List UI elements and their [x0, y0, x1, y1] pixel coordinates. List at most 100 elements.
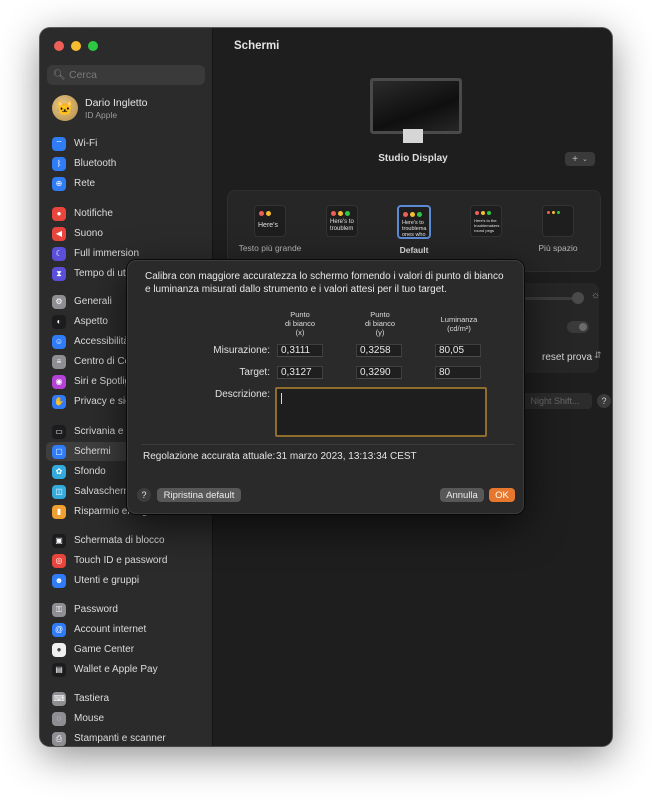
sidebar-item-label: Wallet e Apple Pay	[74, 664, 158, 675]
sidebar-item-label: Password	[74, 604, 118, 615]
bell-icon: ●	[52, 206, 66, 221]
gear-icon: ⚙	[52, 294, 66, 309]
target-x-field[interactable]	[277, 366, 323, 379]
search-input[interactable]	[67, 69, 191, 81]
resolution-label: Testo più grande	[238, 243, 302, 253]
night-shift-button[interactable]: Night Shift...	[518, 393, 592, 409]
target-label: Target:	[239, 367, 270, 378]
bluetooth-icon: ᛒ	[52, 156, 66, 171]
sidebar-item-label: Full immersion	[74, 248, 140, 259]
brightness-knob[interactable]	[572, 292, 584, 304]
sidebar-item-stampanti-e-scanner[interactable]: ⎙ Stampanti e scanner	[46, 729, 206, 746]
auto-brightness-toggle[interactable]	[567, 321, 589, 333]
measure-y-field[interactable]	[356, 344, 402, 357]
resolution-thumb	[542, 205, 574, 237]
add-label: +	[572, 153, 578, 165]
resolution-option-selected[interactable]: Here's to troublema ones who Default	[382, 205, 446, 255]
resolution-thumb: Here's to the troublemakers round pegs	[470, 205, 502, 237]
sidebar-item-mouse[interactable]: ◌ Mouse	[46, 709, 206, 728]
screensaver-icon: ◫	[52, 484, 66, 499]
preset-select[interactable]: reset prova	[542, 352, 592, 363]
globe-icon: ⊕	[52, 176, 66, 191]
sidebar-item-label: Rete	[74, 178, 96, 189]
sidebar-item-bluetooth[interactable]: ᛒ Bluetooth	[46, 154, 206, 173]
resolution-thumb: Here's to troublem	[326, 205, 358, 237]
sidebar-item-label: Mouse	[74, 713, 105, 724]
sidebar-item-label: Sfondo	[74, 466, 106, 477]
resolution-label: Default	[399, 245, 429, 255]
battery-icon: ▮	[52, 504, 66, 519]
sidebar-item-label: Accessibilità	[74, 336, 130, 347]
resolution-thumb: Here's to troublema ones who	[397, 205, 431, 239]
measure-label: Misurazione:	[213, 345, 270, 356]
sidebar-item-schermata-di-blocco[interactable]: ▣ Schermata di blocco	[46, 531, 206, 550]
siri-icon: ◉	[52, 374, 66, 389]
target-y-field[interactable]	[356, 366, 402, 379]
fingerprint-icon: ◎	[52, 553, 66, 568]
chevron-down-icon: ⌄	[581, 156, 588, 163]
resolution-option[interactable]: Here's to the troublemakers round pegs	[454, 205, 518, 243]
sidebar-item-wallet-e-apple-pay[interactable]: ▤ Wallet e Apple Pay	[46, 660, 206, 679]
moon-icon: ☾	[52, 246, 66, 261]
sidebar-item-label: Touch ID e password	[74, 555, 168, 566]
wallet-icon: ▤	[52, 662, 66, 677]
zoom-button[interactable]	[88, 41, 98, 51]
divider	[141, 444, 514, 445]
close-button[interactable]	[54, 41, 64, 51]
sidebar-item-label: Tastiera	[74, 693, 110, 704]
appearance-icon: ◐	[52, 314, 66, 329]
current-adjustment-value: 31 marzo 2023, 13:13:34 CEST	[276, 451, 417, 462]
header-white-point-x: Punto di bianco (x)	[284, 310, 316, 337]
resolution-option[interactable]: Più spazio	[526, 205, 590, 253]
sidebar-item-label: Schermi	[74, 446, 111, 457]
sidebar-item-wi-fi[interactable]: ⌔ Wi-Fi	[46, 134, 206, 153]
help-icon[interactable]: ?	[597, 394, 611, 408]
brightness-slider[interactable]	[517, 297, 577, 300]
search-field[interactable]: 🔍︎	[47, 65, 205, 85]
sidebar-item-touch-id-e-password[interactable]: ◎ Touch ID e password	[46, 551, 206, 570]
display-stand	[403, 129, 423, 143]
at-icon: @	[52, 622, 66, 637]
minimize-button[interactable]	[71, 41, 81, 51]
window-controls	[54, 41, 98, 51]
header-white-point-y: Punto di bianco (y)	[364, 310, 396, 337]
account-item[interactable]: 🐱 Dario Ingletto ID Apple	[52, 95, 147, 121]
sidebar-item-label: Stampanti e scanner	[74, 733, 166, 744]
description-textarea[interactable]	[275, 387, 487, 437]
target-luminance-field[interactable]	[435, 366, 481, 379]
text-caret	[281, 393, 282, 404]
cancel-button[interactable]: Annulla	[440, 488, 484, 502]
measure-x-field[interactable]	[277, 344, 323, 357]
resolution-option[interactable]: Here's Testo più grande	[238, 205, 302, 253]
sidebar-item-utenti-e-gruppi[interactable]: ☻ Utenti e gruppi	[46, 571, 206, 590]
sidebar-item-label: Schermata di blocco	[74, 535, 165, 546]
wifi-icon: ⌔	[52, 136, 66, 151]
sidebar-item-label: Wi-Fi	[74, 138, 98, 149]
sidebar-item-rete[interactable]: ⊕ Rete	[46, 174, 206, 193]
add-display-button[interactable]: + ⌄	[565, 152, 595, 166]
help-button[interactable]: ?	[137, 488, 151, 502]
sidebar-item-password[interactable]: ⚿ Password	[46, 600, 206, 619]
display-name: Studio Display	[378, 153, 448, 164]
calibration-dialog: Calibra con maggiore accuratezza lo sche…	[127, 260, 524, 514]
measure-luminance-field[interactable]	[435, 344, 481, 357]
resolution-thumb: Here's	[254, 205, 286, 237]
wallpaper-icon: ✿	[52, 464, 66, 479]
sidebar-item-notifiche[interactable]: ● Notifiche	[46, 204, 206, 223]
sidebar-item-label: Game Center	[74, 644, 135, 655]
sun-icon: ☼	[591, 290, 601, 301]
ok-button[interactable]: OK	[489, 488, 515, 502]
sidebar-item-game-center[interactable]: ● Game Center	[46, 640, 206, 659]
sidebar-item-label: Notifiche	[74, 208, 113, 219]
keyboard-icon: ⌨	[52, 691, 66, 706]
speaker-icon: ◀	[52, 226, 66, 241]
dock-icon: ▭	[52, 424, 66, 439]
sidebar-item-suono[interactable]: ◀ Suono	[46, 224, 206, 243]
reset-default-button[interactable]: Ripristina default	[157, 488, 241, 502]
sidebar-item-account-internet[interactable]: @ Account internet	[46, 620, 206, 639]
hourglass-icon: ⧗	[52, 266, 66, 281]
resolution-label: Più spazio	[538, 243, 578, 253]
sidebar-item-tastiera[interactable]: ⌨ Tastiera	[46, 689, 206, 708]
account-name: Dario Ingletto	[85, 96, 148, 109]
resolution-option[interactable]: Here's to troublem	[310, 205, 374, 243]
